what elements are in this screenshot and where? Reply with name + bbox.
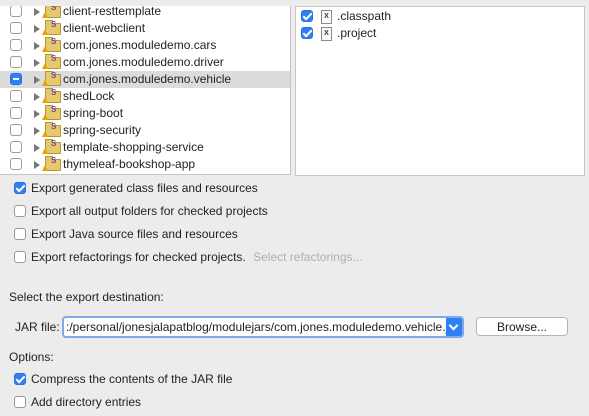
tree-item-checkbox[interactable] (10, 158, 22, 170)
tree-item-checkbox[interactable] (10, 90, 22, 102)
export-refactorings-checkbox[interactable] (14, 251, 26, 263)
expand-arrow-icon[interactable] (34, 93, 40, 101)
export-refactorings-label: Export refactorings for checked projects… (31, 250, 363, 264)
destination-heading: Select the export destination: (9, 290, 164, 304)
tree-item[interactable]: Scom.jones.moduledemo.driver (0, 54, 290, 71)
file-item[interactable]: X .classpath (296, 8, 584, 25)
directory-entries-label: Add directory entries (31, 395, 142, 409)
tree-item-checkbox[interactable] (10, 22, 22, 34)
expand-arrow-icon[interactable] (34, 76, 40, 84)
tree-item-label: thymeleaf-bookshop-app (63, 157, 196, 171)
tree-item-label: com.jones.moduledemo.cars (63, 38, 217, 52)
tree-item[interactable]: Sclient-webclient (0, 20, 290, 37)
directory-entries-checkbox[interactable] (14, 396, 26, 408)
tree-item[interactable]: Sspring-security (0, 122, 290, 139)
jar-file-label: JAR file: (15, 320, 60, 334)
file-item[interactable]: X .project (296, 25, 584, 42)
tree-item[interactable]: Stemplate-shopping-service (0, 139, 290, 156)
project-tree[interactable]: Sclient-resttemplate Sclient-webclient Sco… (0, 6, 291, 175)
file-item-label: .project (337, 26, 377, 40)
export-output-folders-checkbox[interactable] (14, 205, 26, 217)
expand-arrow-icon[interactable] (34, 8, 40, 16)
tree-item[interactable]: Sthymeleaf-bookshop-app (0, 156, 290, 173)
file-icon: X (321, 10, 332, 24)
export-output-folders-label: Export all output folders for checked pr… (31, 204, 268, 218)
tree-item-label: spring-security (63, 123, 142, 137)
project-folder-icon: S (42, 156, 61, 171)
tree-item-checkbox[interactable] (10, 107, 22, 119)
expand-arrow-icon[interactable] (34, 161, 40, 169)
tree-item-checkbox[interactable] (10, 73, 22, 85)
jar-file-combo[interactable] (62, 316, 464, 338)
file-icon: X (321, 27, 332, 41)
tree-item-checkbox[interactable] (10, 56, 22, 68)
resource-list[interactable]: X .classpath X .project (295, 6, 585, 176)
file-item-label: .classpath (337, 9, 392, 23)
expand-arrow-icon[interactable] (34, 59, 40, 67)
options-heading: Options: (9, 350, 54, 364)
tree-item[interactable]: Sclient-resttemplate (0, 6, 290, 20)
file-item-checkbox[interactable] (301, 10, 313, 22)
export-java-source-checkbox[interactable] (14, 228, 26, 240)
tree-item-checkbox[interactable] (10, 141, 22, 153)
tree-item-label: client-resttemplate (63, 6, 162, 18)
tree-item-label: com.jones.moduledemo.vehicle (63, 72, 232, 86)
expand-arrow-icon[interactable] (34, 42, 40, 50)
export-java-source-label: Export Java source files and resources (31, 227, 238, 241)
tree-item-checkbox[interactable] (10, 6, 22, 17)
project-folder-icon: S (42, 37, 61, 52)
tree-item-label: spring-boot (63, 106, 124, 120)
browse-button[interactable]: Browse... (476, 317, 568, 336)
file-item-checkbox[interactable] (301, 27, 313, 39)
export-generated-label: Export generated class files and resourc… (31, 181, 258, 195)
project-folder-icon: S (42, 105, 61, 120)
expand-arrow-icon[interactable] (34, 144, 40, 152)
tree-item[interactable]: Scom.jones.moduledemo.cars (0, 37, 290, 54)
jar-file-input[interactable] (66, 319, 446, 335)
expand-arrow-icon[interactable] (34, 25, 40, 33)
compress-checkbox[interactable] (14, 373, 26, 385)
chevron-down-icon[interactable] (446, 318, 462, 336)
tree-item-label: client-webclient (63, 21, 146, 35)
project-folder-icon: S (42, 71, 61, 86)
tree-item[interactable]: Sspring-boot (0, 105, 290, 122)
project-folder-icon: S (42, 54, 61, 69)
tree-item[interactable]: SshedLock (0, 88, 290, 105)
tree-item-label: com.jones.moduledemo.driver (63, 55, 224, 69)
project-folder-icon: S (42, 6, 61, 18)
project-folder-icon: S (42, 88, 61, 103)
project-folder-icon: S (42, 20, 61, 35)
tree-item-checkbox[interactable] (10, 124, 22, 136)
expand-arrow-icon[interactable] (34, 110, 40, 118)
select-refactorings-link[interactable]: Select refactorings... (253, 250, 362, 264)
tree-item-checkbox[interactable] (10, 39, 22, 51)
tree-item[interactable]: Scom.jones.moduledemo.vehicle (0, 71, 290, 88)
expand-arrow-icon[interactable] (34, 127, 40, 135)
project-folder-icon: S (42, 122, 61, 137)
project-folder-icon: S (42, 139, 61, 154)
export-generated-checkbox[interactable] (14, 182, 26, 194)
tree-item-label: template-shopping-service (63, 140, 204, 154)
compress-label: Compress the contents of the JAR file (31, 372, 233, 386)
tree-item-label: shedLock (63, 89, 115, 103)
